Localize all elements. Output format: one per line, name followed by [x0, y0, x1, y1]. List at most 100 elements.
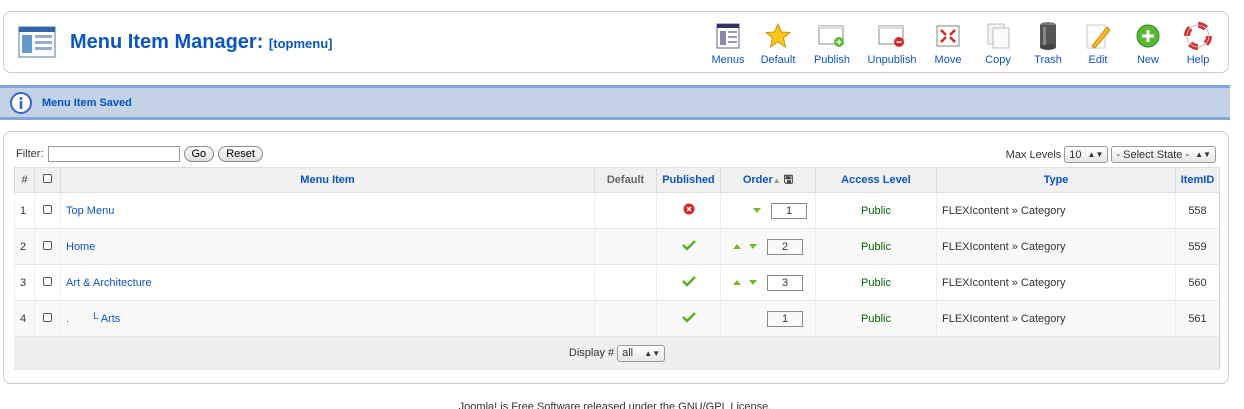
order-input[interactable]: 2 [767, 238, 803, 255]
order-input[interactable]: 1 [771, 202, 807, 219]
unpublish-icon [878, 25, 904, 47]
menu-item-cell: . └ Arts [60, 300, 595, 337]
help-button[interactable]: Help [1173, 20, 1223, 66]
state-select[interactable]: - Select State - ▲▼ [1111, 146, 1216, 163]
default-button[interactable]: Default [753, 20, 803, 66]
published-check-icon[interactable] [681, 310, 697, 324]
new-icon [1136, 24, 1160, 48]
go-button[interactable]: Go [183, 146, 215, 162]
col-access[interactable]: Access Level [815, 167, 937, 193]
type-cell: FLEXIcontent » Category [936, 228, 1176, 265]
right-filters: Max Levels 10 ▲▼ - Select State - ▲▼ [1006, 146, 1216, 163]
page-title-text: Menu Item Manager: [70, 31, 264, 53]
publish-button[interactable]: Publish [803, 20, 861, 66]
col-order[interactable]: Order▲ 🖫 [720, 167, 816, 193]
reset-button[interactable]: Reset [218, 146, 263, 162]
access-cell[interactable]: Public [815, 264, 937, 301]
access-cell[interactable]: Public [815, 300, 937, 337]
row-checkbox-cell [34, 264, 61, 301]
table-row: 3 Art & Architecture 3 Public FLEXIconte… [14, 264, 1220, 301]
trash-button-label: Trash [1034, 54, 1062, 66]
row-checkbox-cell [34, 300, 61, 337]
col-itemid[interactable]: ItemID [1175, 167, 1220, 193]
row-checkbox[interactable] [43, 204, 52, 214]
move-down-icon[interactable] [749, 244, 757, 250]
display-label: Display # [568, 347, 615, 359]
default-cell [594, 228, 657, 265]
content-box: Filter: Go Reset Max Levels 10 ▲▼ - Selec… [3, 131, 1229, 384]
col-type[interactable]: Type [936, 167, 1176, 193]
move-up-icon[interactable] [733, 244, 741, 250]
new-button[interactable]: New [1123, 20, 1173, 66]
filter-input[interactable] [47, 146, 180, 162]
itemid-cell: 560 [1175, 264, 1220, 301]
unpublish-button[interactable]: Unpublish [861, 20, 923, 66]
row-checkbox-cell [34, 228, 61, 265]
unpublished-icon[interactable] [683, 203, 695, 215]
published-check-icon[interactable] [681, 238, 697, 252]
col-order-label: Order [742, 173, 773, 186]
filter-row: Filter: Go Reset [16, 146, 263, 162]
itemid-cell: 561 [1175, 300, 1220, 337]
order-cell: 3 [720, 264, 816, 301]
table-row: 1 Top Menu 1 Public FLEXIcontent » Categ… [14, 192, 1220, 229]
table-row: 4 . └ Arts 1 Public FLEXIcontent » Categ… [14, 300, 1220, 337]
tree-indent: . └ [66, 312, 101, 325]
table-header-row: # Menu Item Default Published Order▲ 🖫 A… [14, 167, 1220, 193]
row-checkbox-cell [34, 192, 61, 229]
row-num: 3 [14, 264, 35, 301]
col-menu-item[interactable]: Menu Item [60, 167, 595, 193]
default-cell [594, 264, 657, 301]
new-button-label: New [1136, 54, 1159, 66]
order-cell: 1 [720, 300, 816, 337]
trash-button[interactable]: Trash [1023, 20, 1073, 66]
itemid-cell: 558 [1175, 192, 1220, 229]
row-checkbox[interactable] [43, 240, 52, 250]
published-check-icon[interactable] [681, 274, 697, 288]
menus-button[interactable]: Menus [703, 20, 753, 66]
copy-button[interactable]: Copy [973, 20, 1023, 66]
star-icon [764, 22, 792, 49]
menus-icon [716, 23, 740, 49]
published-cell [656, 300, 721, 337]
published-cell [656, 192, 721, 229]
order-input[interactable]: 3 [767, 274, 803, 291]
unpublish-button-label: Unpublish [867, 54, 917, 66]
menus-button-label: Menus [711, 54, 745, 66]
display-select[interactable]: all ▲▼ [617, 344, 666, 362]
menu-item-link[interactable]: Top Menu [66, 205, 114, 217]
row-checkbox[interactable] [43, 276, 52, 286]
select-arrows-icon: ▲▼ [1195, 150, 1211, 159]
info-icon [10, 92, 32, 114]
max-levels-select[interactable]: 10 ▲▼ [1064, 146, 1109, 163]
menu-item-link[interactable]: Arts [101, 313, 121, 325]
menu-item-link[interactable]: Art & Architecture [66, 277, 152, 289]
help-icon [1184, 22, 1212, 50]
access-cell[interactable]: Public [815, 192, 937, 229]
menu-type-label: [topmenu] [268, 36, 333, 51]
footer-text: Joomla! is Free Software released under … [458, 401, 772, 409]
max-levels-value: 10 [1069, 148, 1082, 161]
order-cell: 2 [720, 228, 816, 265]
access-cell[interactable]: Public [815, 228, 937, 265]
move-down-icon[interactable] [753, 208, 761, 214]
row-num: 4 [14, 300, 35, 337]
menu-item-link[interactable]: Home [66, 241, 95, 253]
publish-button-label: Publish [813, 54, 851, 66]
move-up-icon[interactable] [733, 280, 741, 286]
save-order-icon[interactable]: 🖫 [784, 174, 793, 186]
move-down-icon[interactable] [749, 280, 757, 286]
order-input[interactable]: 1 [767, 310, 803, 327]
check-all-checkbox[interactable] [43, 174, 52, 183]
sort-asc-icon: ▲ [772, 175, 781, 185]
row-checkbox[interactable] [43, 312, 52, 322]
pagination-cell: Display # all ▲▼ [14, 336, 1220, 370]
edit-button[interactable]: Edit [1073, 20, 1123, 66]
edit-icon [1086, 24, 1111, 49]
type-cell: FLEXIcontent » Category [936, 264, 1176, 301]
move-icon [936, 25, 960, 47]
row-num: 1 [14, 192, 35, 229]
move-button[interactable]: Move [923, 20, 973, 66]
table-row: 2 Home 2 Public FLEXIcontent » Category … [14, 228, 1220, 265]
col-published[interactable]: Published [656, 167, 721, 193]
